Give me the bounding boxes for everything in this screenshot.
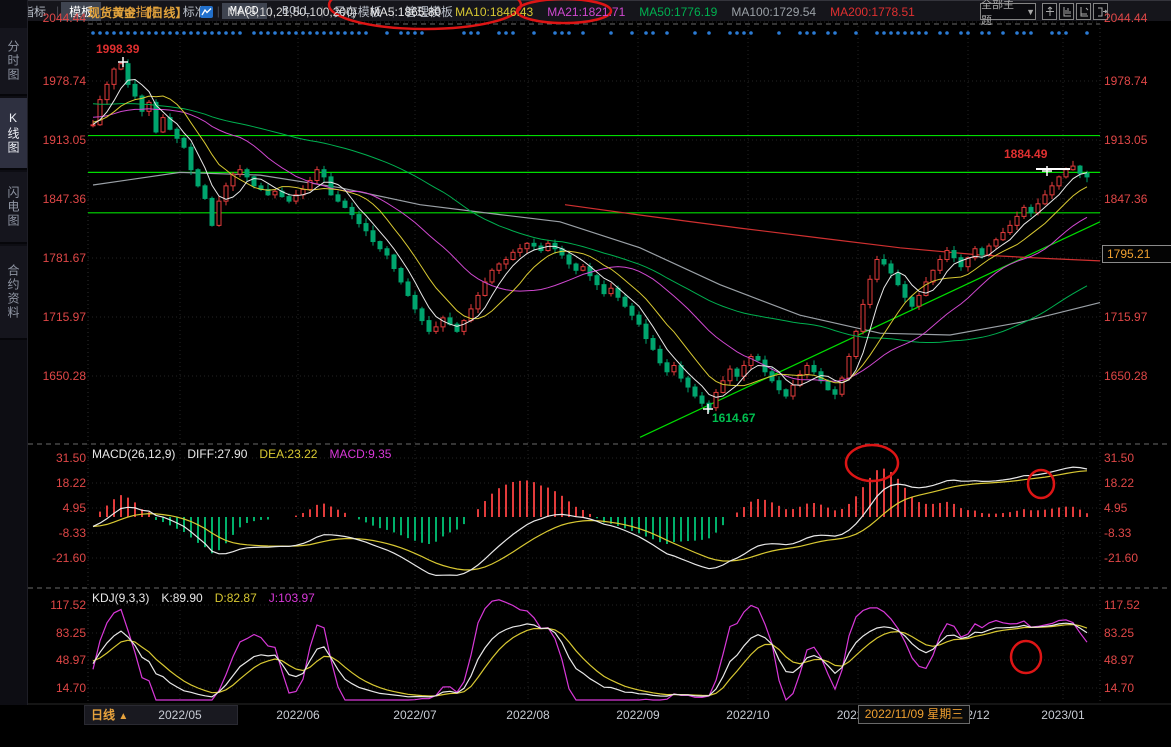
pan-crosshair-icon[interactable] (1042, 3, 1057, 20)
date-axis-label: 2022/10 (726, 708, 770, 722)
macd-diff-value: DIFF:27.90 (187, 447, 248, 461)
macd-header: MACD(26,12,9) DIFF:27.90 DEA:23.22 MACD:… (92, 447, 391, 461)
rally-high-annotation: 1884.49 (1004, 147, 1048, 161)
period-label: 日线 (91, 708, 116, 722)
theme-dropdown-label: 全部主题 (981, 0, 1014, 27)
ma-params-label: MA(5,10,21,50,100,200) (227, 5, 357, 19)
macd-axis-label: 4.95 (1104, 501, 1128, 515)
price-axis-label: 1715.97 (1104, 310, 1148, 324)
kdj-axis-label: 83.25 (1104, 626, 1135, 640)
ma-value: MA5:1865.80 (369, 5, 442, 19)
crosshair-date-box: 2022/11/09 星期三 (858, 705, 970, 724)
macd-macd-value: MACD:9.35 (329, 447, 392, 461)
chart-type-icon[interactable] (200, 5, 214, 19)
price-axis-label: 1978.74 (1104, 74, 1148, 88)
macd-axis-label: -8.33 (1104, 526, 1132, 540)
macd-dea-value: DEA:23.22 (259, 447, 318, 461)
ma-value: MA50:1776.19 (639, 5, 718, 19)
sidebar-tab-4[interactable]: 合约资料 (0, 246, 27, 340)
low-price-annotation: 1614.67 (712, 411, 756, 425)
crosshair-price-box: 1795.21 (1102, 245, 1171, 263)
kdj-header: KDJ(9,3,3) K:89.90 D:82.87 J:103.97 (92, 591, 315, 605)
topbar: 现货黄金 【日线】 MA(5,10,21,50,100,200) MA5:186… (88, 2, 915, 22)
kdj-title: KDJ(9,3,3) (92, 591, 150, 605)
triangle-up-icon: ▲ (118, 711, 129, 722)
sidebar-tab-1[interactable]: 分时图 (0, 28, 27, 96)
date-axis-label: 2022/08 (506, 708, 550, 722)
price-axis-label: 1978.74 (42, 74, 86, 88)
price-axis-label: 2044.44 (42, 11, 86, 25)
chart-mode-sidebar: 分时图 K线图 闪电图 合约资料 (0, 0, 28, 705)
price-axis-label: 1715.97 (42, 310, 86, 324)
price-axis-label: 1650.28 (42, 369, 86, 383)
price-axis-label: 1913.05 (42, 133, 86, 147)
chevron-down-icon: ▼ (1026, 6, 1035, 17)
macd-axis-label: 18.22 (1104, 476, 1135, 490)
kdj-j-value: J:103.97 (268, 591, 315, 605)
kdj-axis-label: 48.97 (1104, 653, 1135, 667)
macd-axis-label: 31.50 (1104, 451, 1135, 465)
date-axis-label: 2022/09 (616, 708, 660, 722)
ma-value: MA100:1729.54 (731, 5, 817, 19)
date-axis-label: 2022/07 (393, 708, 437, 722)
macd-axis-label: -8.33 (58, 526, 86, 540)
macd-axis-label: -21.60 (51, 551, 86, 565)
kdj-axis-label: 83.25 (55, 626, 86, 640)
price-axis-label: 1847.36 (1104, 192, 1148, 206)
price-axis-label: 1847.36 (42, 192, 86, 206)
date-axis-label: 2023/01 (1041, 708, 1085, 722)
ma-value: MA10:1846.43 (455, 5, 534, 19)
chart-area[interactable] (0, 0, 1171, 747)
ma-value: MA200:1778.51 (830, 5, 915, 19)
kdj-d-value: D:82.87 (214, 591, 257, 605)
theme-dropdown[interactable]: 全部主题 ▼ (980, 0, 1036, 27)
instrument-title: 现货黄金 【日线】 (88, 5, 188, 20)
price-axis-label: 1781.67 (42, 251, 86, 265)
sidebar-tab-2[interactable]: K线图 (0, 98, 27, 170)
price-axis-label: 1650.28 (1104, 369, 1148, 383)
kdj-axis-label: 48.97 (55, 653, 86, 667)
x-axis-scale-icon[interactable] (1076, 3, 1091, 20)
peak-price-annotation: 1998.39 (96, 42, 140, 56)
ma-value: MA21:1821.71 (547, 5, 626, 19)
date-axis-label: 2022/05 (158, 708, 202, 722)
macd-axis-label: -21.60 (1104, 551, 1139, 565)
sidebar-tab-3[interactable]: 闪电图 (0, 172, 27, 244)
date-axis-label: 2022/06 (276, 708, 320, 722)
kdj-axis-label: 14.70 (55, 681, 86, 695)
macd-title: MACD(26,12,9) (92, 447, 176, 461)
trading-app-window: { "topbar": { "title": "现货黄金 【日线】", "ma_… (0, 0, 1171, 747)
y-axis-scale-icon[interactable] (1059, 3, 1074, 20)
macd-axis-label: 31.50 (55, 451, 86, 465)
ma-values: MA5:1865.80 MA10:1846.43 MA21:1821.71 MA50:… (370, 5, 915, 19)
macd-axis-label: 4.95 (62, 501, 86, 515)
price-axis-label: 2044.44 (1104, 11, 1148, 25)
kdj-axis-label: 117.52 (1104, 598, 1140, 612)
macd-axis-label: 18.22 (55, 476, 86, 490)
kdj-axis-label: 14.70 (1104, 681, 1135, 695)
kdj-axis-label: 117.52 (50, 598, 86, 612)
kdj-k-value: K:89.90 (161, 591, 203, 605)
price-axis-label: 1913.05 (1104, 133, 1148, 147)
